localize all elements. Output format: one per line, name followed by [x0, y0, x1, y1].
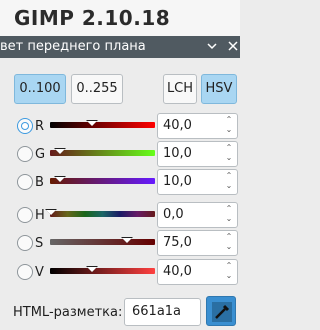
channel-label-s: S — [35, 236, 44, 251]
slider-marker-fill-h — [46, 210, 56, 215]
hsv-button[interactable]: HSV — [201, 74, 237, 104]
channel-radio-r[interactable] — [17, 118, 33, 134]
dialog-header: вет переднего плана — [0, 36, 240, 58]
slider-marker-fill-g — [55, 149, 65, 154]
channel-radio-h[interactable] — [17, 207, 33, 223]
channel-radio-b[interactable] — [17, 174, 33, 190]
color-picker-button[interactable] — [206, 296, 236, 326]
spin-arrows-icon[interactable]: ⌃ ⌄ — [224, 143, 234, 163]
spin-arrows-icon[interactable]: ⌃ ⌄ — [224, 115, 234, 135]
channel-row-r: R 40,0 ⌃ ⌄ — [0, 113, 240, 141]
channel-slider-h[interactable] — [50, 211, 155, 217]
channel-value-h: 0,0 — [163, 207, 184, 222]
slider-marker-fill-s — [122, 238, 132, 243]
channel-row-s: S 75,0 ⌃ ⌄ — [0, 230, 240, 258]
slider-marker-fill-b — [55, 177, 65, 182]
channel-value-b: 10,0 — [163, 174, 192, 189]
channel-label-h: H — [35, 208, 45, 223]
channel-label-b: B — [35, 175, 44, 190]
spin-arrows-icon[interactable]: ⌃ ⌄ — [224, 171, 234, 191]
range-0-100-button[interactable]: 0..100 — [14, 74, 66, 104]
channel-slider-s[interactable] — [50, 239, 155, 245]
channel-label-g: G — [35, 147, 46, 162]
channel-spin-r[interactable]: 40,0 ⌃ ⌄ — [157, 113, 238, 139]
channel-row-b: B 10,0 ⌃ ⌄ — [0, 169, 240, 197]
channel-radio-v[interactable] — [17, 264, 33, 280]
app-title: GIMP 2.10.18 — [0, 0, 240, 36]
channel-slider-v[interactable] — [50, 268, 155, 274]
channel-spin-v[interactable]: 40,0 ⌃ ⌄ — [157, 259, 238, 285]
spin-arrows-icon[interactable]: ⌃ ⌄ — [224, 232, 234, 252]
html-notation-value: 661a1a — [132, 304, 182, 319]
channel-slider-r[interactable] — [50, 122, 155, 128]
channel-value-g: 10,0 — [163, 146, 192, 161]
range-0-255-button[interactable]: 0..255 — [71, 74, 123, 104]
channel-row-v: V 40,0 ⌃ ⌄ — [0, 259, 240, 287]
dialog-title: вет переднего плана — [0, 39, 146, 54]
lch-button[interactable]: LCH — [163, 74, 197, 104]
channel-spin-b[interactable]: 10,0 ⌃ ⌄ — [157, 169, 238, 195]
html-notation-label: HTML-разметка: — [13, 305, 123, 320]
chevron-down-icon[interactable] — [203, 36, 221, 58]
eyedropper-icon — [207, 302, 237, 330]
channel-radio-s[interactable] — [17, 235, 33, 251]
channel-label-v: V — [35, 265, 44, 280]
close-icon[interactable] — [224, 36, 240, 58]
channel-value-r: 40,0 — [163, 118, 192, 133]
spin-arrows-icon[interactable]: ⌃ ⌄ — [224, 261, 234, 281]
slider-marker-fill-r — [87, 121, 97, 126]
html-notation-input[interactable]: 661a1a — [124, 298, 201, 326]
channel-spin-g[interactable]: 10,0 ⌃ ⌄ — [157, 141, 238, 167]
channel-row-h: H 0,0 ⌃ ⌄ — [0, 202, 240, 230]
slider-marker-fill-v — [87, 267, 97, 272]
channel-spin-s[interactable]: 75,0 ⌃ ⌄ — [157, 230, 238, 256]
channel-row-g: G 10,0 ⌃ ⌄ — [0, 141, 240, 169]
channel-radio-g[interactable] — [17, 146, 33, 162]
channel-value-s: 75,0 — [163, 235, 192, 250]
spin-arrows-icon[interactable]: ⌃ ⌄ — [224, 204, 234, 224]
channel-value-v: 40,0 — [163, 264, 192, 279]
channel-spin-h[interactable]: 0,0 ⌃ ⌄ — [157, 202, 238, 228]
channel-label-r: R — [35, 119, 45, 134]
